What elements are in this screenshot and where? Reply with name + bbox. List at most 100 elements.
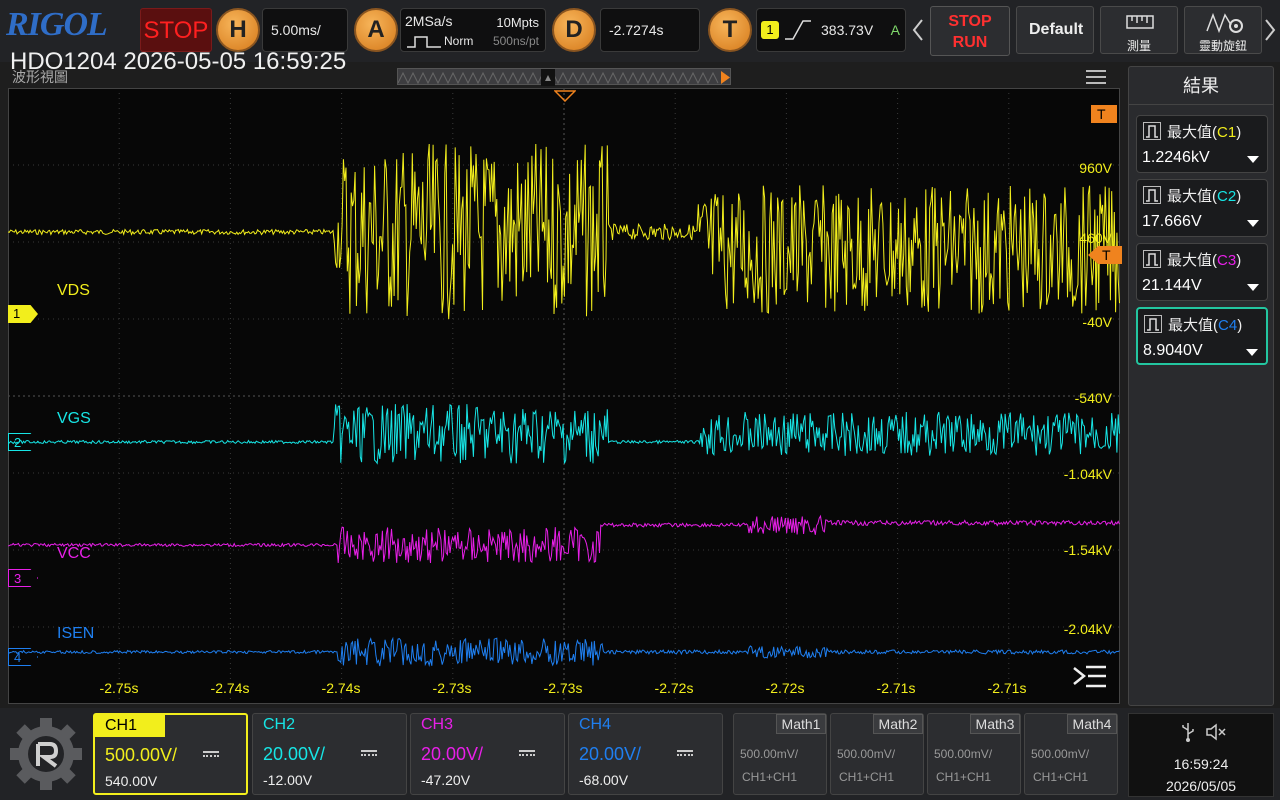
channel-scale: 20.00V/ bbox=[421, 744, 484, 764]
rising-edge-icon bbox=[785, 20, 811, 40]
home-gear-icon[interactable] bbox=[8, 716, 84, 792]
vertical-scale-label: -40V bbox=[1082, 314, 1112, 330]
channel-tab: CH2 bbox=[263, 716, 296, 733]
dc-coupling-icon bbox=[519, 750, 535, 756]
run-stop-top-label: STOP bbox=[948, 13, 992, 30]
time-axis-label: -2.75s bbox=[99, 680, 139, 696]
bottom-bar: CH1 500.00V/540.00V CH2 20.00V/ -12.00V CH3 20… bbox=[0, 708, 1280, 800]
knob-label: 靈動旋鈕 bbox=[1198, 39, 1247, 53]
channel-offset: -12.00V bbox=[263, 772, 313, 788]
expand-menu-icon[interactable] bbox=[1072, 664, 1108, 692]
measurement-item[interactable]: 最大值(C2) 17.666V bbox=[1136, 179, 1268, 237]
channel-scale: 20.00V/ bbox=[263, 744, 326, 764]
vertical-scale-label: -1.54kV bbox=[1063, 542, 1112, 558]
run-state-indicator[interactable]: STOP bbox=[140, 8, 212, 52]
knob-button[interactable]: 靈動旋鈕 bbox=[1184, 6, 1262, 54]
mute-icon[interactable] bbox=[1205, 722, 1227, 742]
channel-tab: CH3 bbox=[421, 716, 454, 733]
ch2-name: VGS bbox=[57, 410, 91, 427]
measurement-item[interactable]: 最大值(C4) 8.9040V bbox=[1136, 307, 1268, 365]
sample-rate: 2MSa/s bbox=[405, 13, 453, 29]
usb-icon bbox=[1182, 723, 1194, 742]
time-axis-label: -2.74s bbox=[321, 680, 361, 696]
trigger-source-badge: 1 bbox=[761, 21, 779, 39]
channel-offset: -47.20V bbox=[421, 772, 471, 788]
channel-offset: 540.00V bbox=[105, 773, 158, 789]
dc-coupling-icon bbox=[203, 751, 219, 757]
waveform-area[interactable]: 960V 460V -40V -540V -1.04kV -1.54kV -2.04kV -… bbox=[8, 88, 1122, 704]
acquire-key[interactable]: A bbox=[354, 8, 398, 52]
measurement-label: 最大值(C4) bbox=[1168, 317, 1243, 334]
ruler-icon bbox=[1126, 15, 1154, 29]
dropdown-arrow-icon[interactable] bbox=[1247, 156, 1259, 163]
default-label: Default bbox=[1029, 21, 1084, 38]
knob-gear-icon bbox=[1206, 12, 1243, 34]
math-scale: 500.00mV/ bbox=[740, 747, 799, 761]
math-scale: 500.00mV/ bbox=[934, 747, 993, 761]
horizontal-key[interactable]: H bbox=[216, 8, 260, 52]
channel-4-box[interactable]: CH4 20.00V/ -68.00V bbox=[568, 713, 723, 795]
channel-3-box[interactable]: CH3 20.00V/ -47.20V bbox=[410, 713, 565, 795]
toolbar-scroll-right-icon[interactable] bbox=[1264, 18, 1276, 42]
horizontal-scale-box[interactable]: 5.00ms/ bbox=[262, 8, 348, 52]
math-3-box[interactable]: Math3 500.00mV/CH1+CH1 bbox=[927, 713, 1021, 795]
trigger-time-marker: T bbox=[1091, 105, 1117, 123]
delay-key[interactable]: D bbox=[552, 8, 596, 52]
measure-button[interactable]: 測量 bbox=[1100, 6, 1178, 54]
channel-1-box[interactable]: CH1 500.00V/540.00V bbox=[93, 713, 248, 795]
vertical-scale-label: -540V bbox=[1074, 390, 1112, 406]
time-axis-label: -2.71s bbox=[876, 680, 916, 696]
measurement-item[interactable]: 最大值(C1) 1.2246kV bbox=[1136, 115, 1268, 173]
acquire-mode: Norm bbox=[444, 34, 474, 48]
toolbar-scroll-left-icon[interactable] bbox=[912, 18, 924, 42]
trigger-box[interactable]: 1 383.73V A bbox=[756, 8, 906, 52]
trigger-position-marker bbox=[554, 90, 576, 102]
measurement-item[interactable]: 最大值(C3) 21.144V bbox=[1136, 243, 1268, 301]
clock-time: 16:59:24 bbox=[1173, 756, 1229, 772]
results-panel: 結果 最大值(C1) 1.2246kV 最大值(C2) 17.666V 最大值(C3) 2… bbox=[1128, 66, 1274, 706]
time-axis-label: -2.72s bbox=[654, 680, 694, 696]
time-axis-label: -2.73s bbox=[432, 680, 472, 696]
delay-box[interactable]: -2.7274s bbox=[600, 8, 700, 52]
system-clock: 16:59:24 2026/05/05 bbox=[1128, 713, 1274, 797]
ch1-name: VDS bbox=[57, 282, 90, 299]
measurement-value: 8.9040V bbox=[1143, 342, 1203, 359]
dc-coupling-icon bbox=[361, 750, 377, 756]
math-4-box[interactable]: Math4 500.00mV/CH1+CH1 bbox=[1024, 713, 1118, 795]
channel-scale: 20.00V/ bbox=[579, 744, 642, 764]
results-title: 結果 bbox=[1129, 67, 1273, 105]
measurement-label: 最大值(C1) bbox=[1167, 124, 1242, 141]
default-button[interactable]: Default bbox=[1016, 6, 1094, 54]
run-stop-button[interactable]: STOP RUN bbox=[930, 6, 1010, 56]
channel-tab: CH4 bbox=[579, 716, 612, 733]
measure-label: 測量 bbox=[1126, 39, 1151, 53]
waveform-canvas bbox=[8, 88, 1120, 704]
measurement-value: 17.666V bbox=[1142, 213, 1202, 230]
math-scale: 500.00mV/ bbox=[1031, 747, 1090, 761]
dropdown-arrow-icon[interactable] bbox=[1247, 220, 1259, 227]
vertical-scale-label: 460V bbox=[1079, 230, 1112, 246]
trigger-level: 383.73V bbox=[821, 22, 874, 38]
math-tab: Math4 bbox=[1067, 714, 1117, 734]
dropdown-arrow-icon[interactable] bbox=[1247, 284, 1259, 291]
trigger-key[interactable]: T bbox=[708, 8, 752, 52]
acquire-resolution: 500ns/pt bbox=[492, 34, 539, 48]
timeline-navigator[interactable] bbox=[397, 68, 731, 86]
time-axis-label: -2.71s bbox=[987, 680, 1027, 696]
vertical-scale-label: -2.04kV bbox=[1063, 621, 1112, 637]
math-2-box[interactable]: Math2 500.00mV/CH1+CH1 bbox=[830, 713, 924, 795]
channel-2-box[interactable]: CH2 20.00V/ -12.00V bbox=[252, 713, 407, 795]
math-scale: 500.00mV/ bbox=[837, 747, 896, 761]
clock-date: 2026/05/05 bbox=[1165, 778, 1237, 794]
math-tab: Math1 bbox=[776, 714, 826, 734]
time-axis-label: -2.72s bbox=[765, 680, 805, 696]
math-1-box[interactable]: Math1 500.00mV/CH1+CH1 bbox=[733, 713, 827, 795]
acquire-box[interactable]: 2MSa/s 10Mpts Norm 500ns/pt bbox=[400, 8, 546, 52]
max-value-icon bbox=[1144, 315, 1162, 333]
math-expression: CH1+CH1 bbox=[839, 770, 895, 784]
dropdown-arrow-icon[interactable] bbox=[1246, 349, 1258, 356]
dc-coupling-icon bbox=[677, 750, 693, 756]
waveform-menu-icon[interactable] bbox=[1086, 70, 1106, 84]
max-value-icon bbox=[1143, 122, 1161, 140]
channel-offset: -68.00V bbox=[579, 772, 629, 788]
